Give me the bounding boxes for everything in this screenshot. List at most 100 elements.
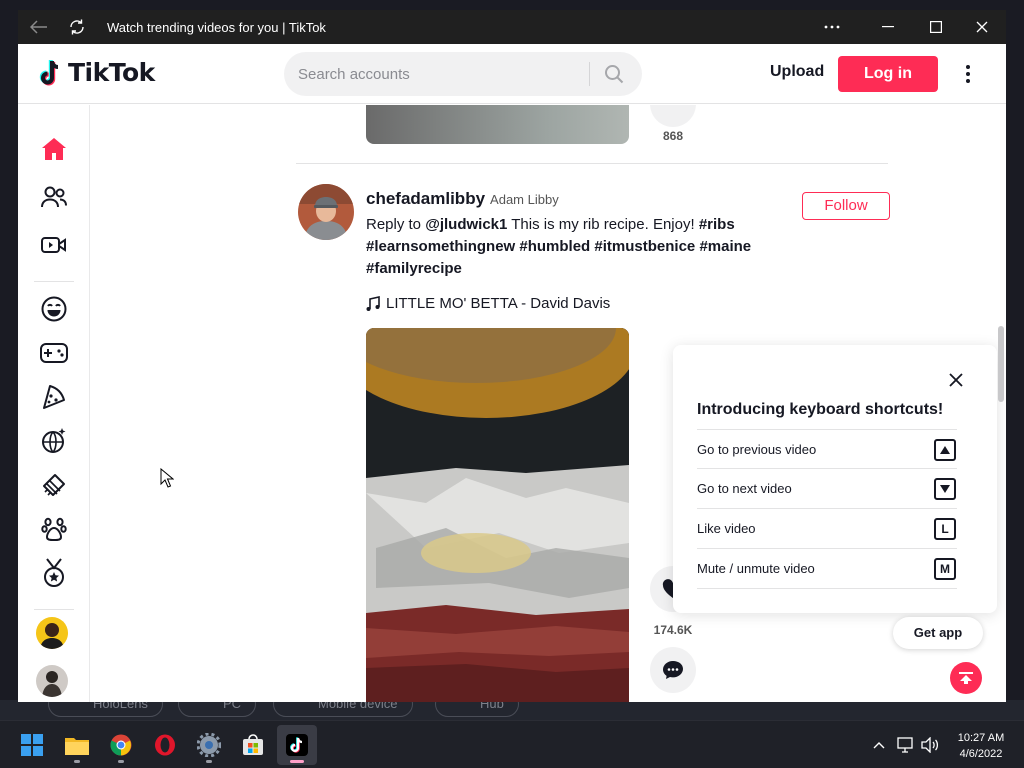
refresh-icon (70, 19, 84, 35)
refresh-button[interactable] (62, 10, 92, 44)
show-hidden-icons-button[interactable] (868, 721, 890, 768)
hashtag-link[interactable]: #learnsomethingnew (366, 238, 515, 255)
previous-video-thumbnail[interactable] (366, 105, 629, 144)
more-vertical-icon (966, 65, 970, 69)
sidebar-item-for-you[interactable] (38, 133, 70, 165)
shortcut-label: Mute / unmute video (697, 561, 815, 576)
mouse-cursor-icon (160, 467, 175, 493)
sidebar-separator (34, 609, 74, 610)
tiktok-logo-icon (39, 59, 59, 85)
close-icon (949, 373, 963, 387)
hashtag-link[interactable]: #itmustbenice (594, 238, 695, 255)
sidebar-item-beauty[interactable] (38, 469, 70, 501)
hashtag-link[interactable]: #humbled (519, 238, 590, 255)
close-popup-button[interactable] (945, 369, 967, 391)
video-frame (366, 328, 629, 702)
taskbar-chrome[interactable] (101, 725, 141, 765)
comment-button[interactable] (650, 647, 696, 693)
sidebar-item-following[interactable] (38, 181, 70, 213)
more-menu-button[interactable] (958, 60, 978, 88)
tiktok-logo[interactable]: TikTok (38, 58, 155, 87)
post-caption: Reply to @jludwick1 This is my rib recip… (366, 214, 786, 280)
maximize-button[interactable] (916, 10, 956, 44)
hashtag-link[interactable]: #ribs (699, 216, 735, 233)
gaming-icon (40, 343, 68, 363)
hashtag-link[interactable]: #familyrecipe (366, 260, 462, 277)
shortcut-key: L (934, 518, 956, 540)
settings-icon (197, 733, 221, 757)
back-button[interactable] (24, 10, 54, 44)
hashtag-link[interactable]: #maine (699, 238, 751, 255)
sidebar-item-live[interactable] (38, 229, 70, 261)
suggested-account-avatar[interactable] (36, 665, 68, 697)
taskbar-store[interactable] (233, 725, 273, 765)
author-username[interactable]: chefadamlibby (366, 189, 485, 209)
search-input[interactable] (298, 52, 588, 96)
sidebar-item-food[interactable] (38, 381, 70, 413)
close-window-button[interactable] (962, 10, 1002, 44)
shortcut-key: M (934, 558, 956, 580)
author-nickname[interactable]: Adam Libby (490, 192, 559, 207)
sidebar-item-sports[interactable] (38, 557, 70, 589)
author-avatar[interactable] (298, 184, 354, 240)
taskbar-settings[interactable] (189, 725, 229, 765)
minimize-button[interactable] (868, 10, 908, 44)
clock-time: 10:27 AM (957, 732, 1005, 744)
close-icon (976, 21, 988, 33)
shortcut-label: Go to next video (697, 481, 792, 496)
network-status[interactable] (894, 721, 918, 768)
sidebar-separator (34, 281, 74, 282)
page-scrollbar[interactable] (998, 326, 1004, 402)
app-window: Watch trending videos for you | TikTok T… (18, 10, 1006, 702)
search-bar (284, 52, 642, 96)
video-player[interactable] (366, 328, 629, 702)
sidebar (18, 105, 90, 702)
volume-control[interactable] (918, 721, 942, 768)
taskbar: 10:27 AM 4/6/2022 (0, 720, 1024, 768)
maximize-icon (930, 21, 942, 33)
network-icon (897, 737, 913, 753)
sidebar-item-animals[interactable] (38, 513, 70, 545)
arrow-up-key-icon (934, 439, 956, 461)
taskbar-tiktok[interactable] (277, 725, 317, 765)
keyboard-shortcuts-popup: Introducing keyboard shortcuts! Go to pr… (673, 345, 997, 613)
search-button[interactable] (599, 60, 629, 88)
shortcut-label: Like video (697, 521, 756, 536)
more-horizontal-icon (824, 25, 840, 29)
mention-link[interactable]: @jludwick1 (425, 216, 507, 233)
taskbar-opera[interactable] (145, 725, 185, 765)
upload-link[interactable]: Upload (770, 63, 824, 81)
start-button[interactable] (12, 725, 52, 765)
window-title: Watch trending videos for you | TikTok (107, 20, 326, 35)
tiktok-icon (286, 734, 308, 756)
taskbar-file-explorer[interactable] (57, 725, 97, 765)
back-arrow-icon (30, 20, 47, 34)
sidebar-item-gaming[interactable] (38, 337, 70, 369)
file-explorer-icon (65, 738, 89, 755)
opera-icon (155, 734, 175, 756)
music-title: LITTLE MO' BETTA - David Davis (386, 295, 611, 312)
system-clock[interactable]: 10:27 AM 4/6/2022 (948, 730, 1014, 762)
sidebar-item-dance[interactable] (38, 425, 70, 457)
sidebar-item-comedy[interactable] (38, 293, 70, 325)
login-button[interactable]: Log in (838, 56, 938, 92)
follow-button[interactable]: Follow (802, 192, 890, 220)
logo-text: TikTok (68, 58, 155, 87)
beauty-icon (43, 474, 65, 496)
suggested-account-avatar[interactable] (36, 617, 68, 649)
scroll-to-top-button[interactable] (950, 662, 982, 694)
search-divider (589, 62, 590, 86)
music-note-icon (366, 295, 380, 311)
chrome-icon (110, 734, 132, 756)
author-info: chefadamlibby Adam Libby (366, 189, 559, 209)
caption-text: This is my rib recipe. Enjoy! (507, 216, 699, 233)
window-menu-button[interactable] (814, 10, 850, 44)
start-icon (21, 734, 43, 756)
store-icon (243, 734, 263, 755)
shortcut-row: Go to previous video (697, 429, 957, 469)
comedy-icon (41, 296, 67, 322)
get-app-button[interactable]: Get app (893, 617, 983, 649)
music-link[interactable]: LITTLE MO' BETTA - David Davis (366, 295, 610, 312)
post-divider (296, 163, 888, 164)
previous-action-button[interactable] (650, 105, 696, 127)
